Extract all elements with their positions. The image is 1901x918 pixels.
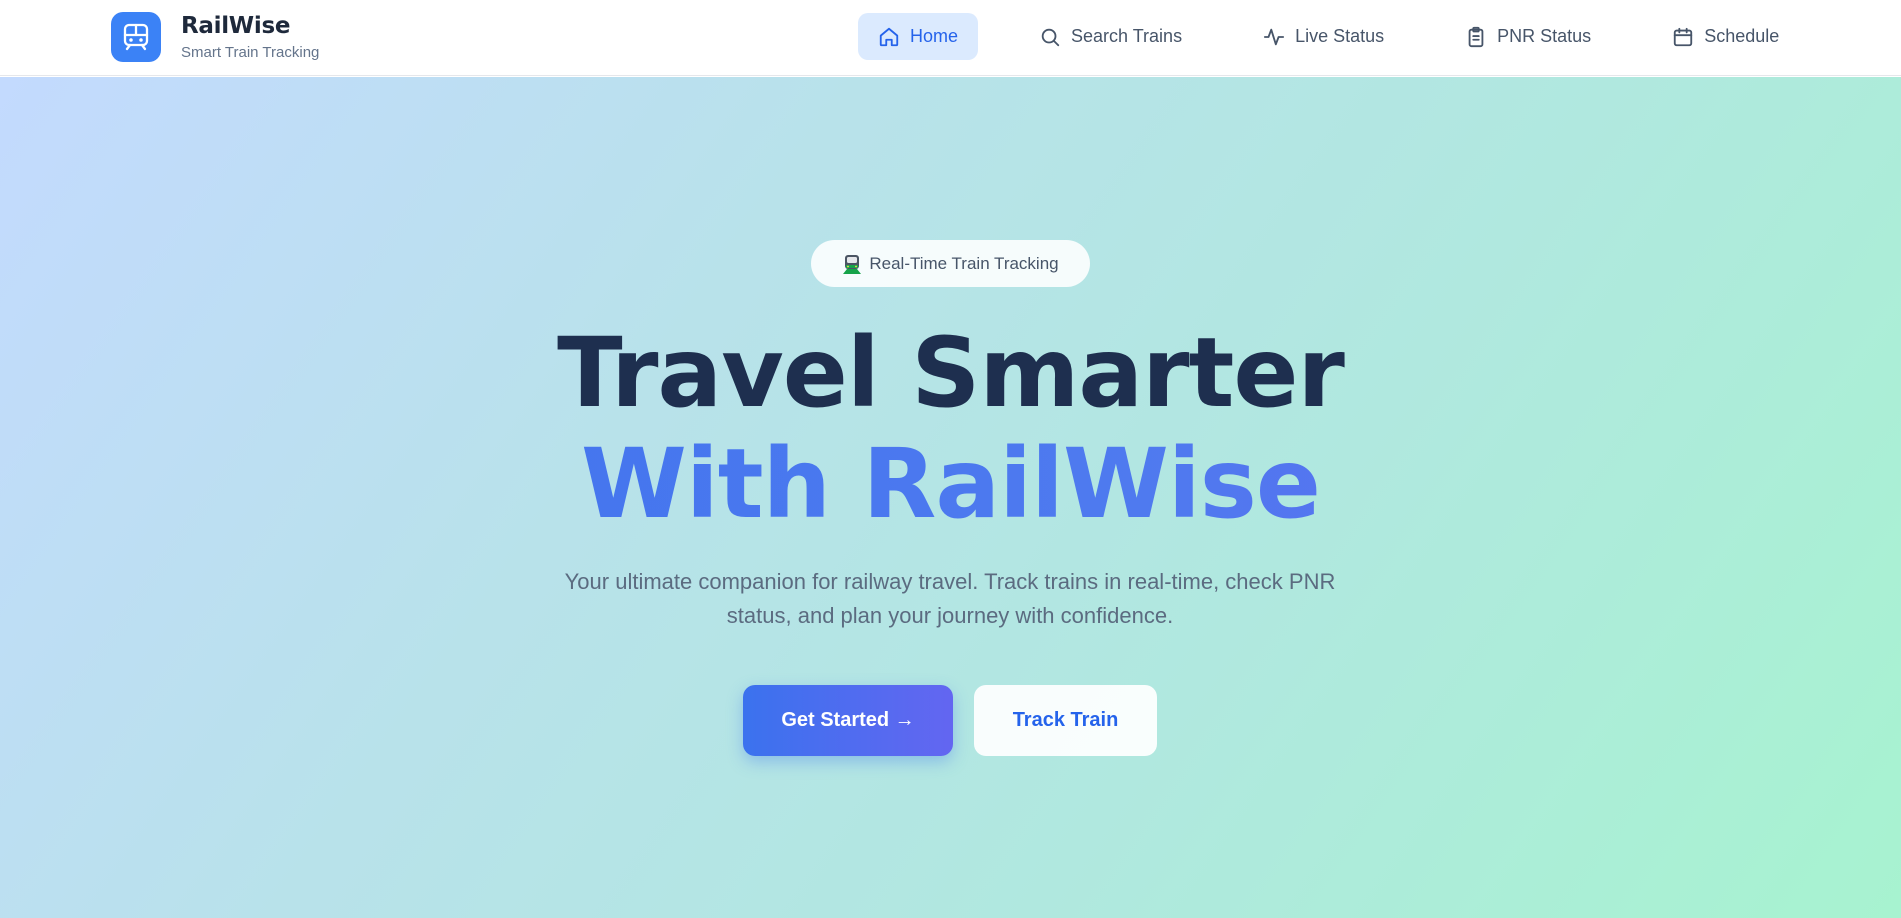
locomotive-emoji	[843, 254, 862, 274]
nav-home[interactable]: Home	[858, 13, 979, 60]
calendar-icon	[1674, 27, 1693, 46]
brand-text: RailWise Smart Train Tracking	[181, 13, 319, 61]
home-icon	[879, 27, 899, 46]
nav-search-trains[interactable]: Search Trains	[1019, 13, 1202, 60]
hero-badge-label: Real-Time Train Tracking	[869, 253, 1059, 273]
brand-name: RailWise	[181, 13, 291, 39]
nav-schedule[interactable]: Schedule	[1652, 13, 1799, 60]
main-nav: Home Search Trains Live Status PNR Statu…	[858, 13, 1799, 60]
nav-pnr-status-label: PNR Status	[1497, 26, 1592, 46]
clipboard-icon	[1468, 26, 1484, 47]
hero-badge: Real-Time Train Tracking	[811, 240, 1090, 287]
hero-subtitle: Your ultimate companion for railway trav…	[564, 569, 1336, 628]
top-navbar: RailWise Smart Train Tracking Home Searc…	[0, 0, 1901, 76]
train-icon	[111, 12, 161, 62]
activity-icon	[1263, 28, 1285, 45]
hero-section: Real-Time Train Tracking Travel Smarter …	[0, 77, 1901, 918]
headline-line-2: With RailWise	[0, 429, 1901, 539]
track-train-button[interactable]: Track Train	[974, 685, 1157, 756]
brand[interactable]: RailWise Smart Train Tracking	[111, 12, 319, 62]
get-started-button[interactable]: Get Started →	[743, 685, 953, 756]
nav-home-label: Home	[910, 26, 959, 46]
headline-line-1: Travel Smarter	[557, 317, 1345, 429]
nav-live-status[interactable]: Live Status	[1243, 13, 1404, 60]
brand-tagline: Smart Train Tracking	[181, 44, 320, 61]
nav-schedule-label: Schedule	[1704, 26, 1780, 46]
nav-live-status-label: Live Status	[1295, 26, 1385, 46]
nav-pnr-status[interactable]: PNR Status	[1445, 13, 1611, 60]
search-icon	[1041, 28, 1060, 46]
nav-search-trains-label: Search Trains	[1071, 26, 1183, 46]
